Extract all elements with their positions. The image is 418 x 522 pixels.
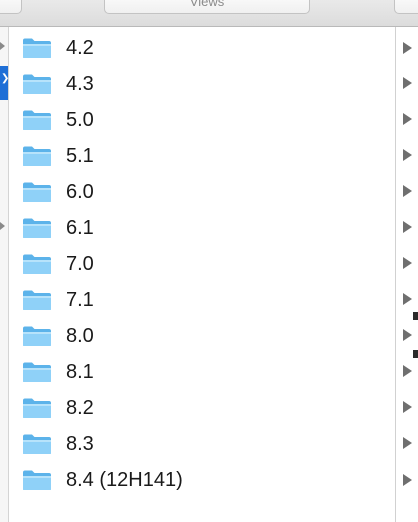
folder-name: 8.0 xyxy=(66,325,94,347)
folder-icon xyxy=(23,74,51,94)
folder-name: 6.1 xyxy=(66,217,94,239)
folder-row[interactable]: 7.0 xyxy=(9,245,395,281)
disclosure-arrow-icon xyxy=(403,401,412,413)
folder-row[interactable]: 6.0 xyxy=(9,173,395,209)
folder-row[interactable]: 5.1 xyxy=(9,137,395,173)
folder-name: 5.1 xyxy=(66,145,94,167)
folder-row[interactable]: 8.4 (12H141) xyxy=(9,461,395,497)
folder-name: 8.1 xyxy=(66,361,94,383)
folder-row[interactable]: 8.0 xyxy=(9,317,395,353)
folder-column: 4.2 4.3 5.0 5.1 6.0 6.1 7.0 7.1 8.0 8.1 … xyxy=(9,27,395,522)
folder-icon xyxy=(23,362,51,382)
next-column-fragment xyxy=(413,312,418,320)
folder-row[interactable]: 7.1 xyxy=(9,281,395,317)
folder-name: 8.2 xyxy=(66,397,94,419)
folder-icon xyxy=(23,182,51,202)
disclosure-arrow-icon xyxy=(403,113,412,125)
toolbar-button-left[interactable] xyxy=(0,0,22,14)
disclosure-arrow-icon xyxy=(403,437,412,449)
folder-icon xyxy=(23,146,51,166)
folder-name: 8.3 xyxy=(66,433,94,455)
folder-icon xyxy=(23,38,51,58)
view-mode-label: Views xyxy=(189,0,225,9)
folder-icon xyxy=(23,110,51,130)
disclosure-arrow-icon xyxy=(403,365,412,377)
disclosure-arrow-icon xyxy=(403,257,412,269)
folder-icon xyxy=(23,218,51,238)
folder-row[interactable]: 8.3 xyxy=(9,425,395,461)
previous-column-arrow-icon xyxy=(0,42,5,50)
folder-name: 4.3 xyxy=(66,73,94,95)
disclosure-arrow-icon xyxy=(403,77,412,89)
view-mode-button[interactable]: Views xyxy=(104,0,310,14)
folder-row[interactable]: 6.1 xyxy=(9,209,395,245)
toolbar-button-right[interactable] xyxy=(394,0,418,14)
disclosure-arrow-icon xyxy=(403,474,412,486)
folder-name: 7.0 xyxy=(66,253,94,275)
folder-row[interactable]: 8.2 xyxy=(9,389,395,425)
folder-icon xyxy=(23,470,51,490)
folder-icon xyxy=(23,434,51,454)
folder-row[interactable]: 4.2 xyxy=(9,29,395,65)
disclosure-arrow-icon xyxy=(403,149,412,161)
disclosure-arrow-icon xyxy=(403,185,412,197)
disclosure-arrow-icon xyxy=(403,293,412,305)
folder-name: 6.0 xyxy=(66,181,94,203)
disclosure-arrow-icon xyxy=(403,42,412,54)
previous-column-arrow-icon xyxy=(0,222,5,230)
folder-icon xyxy=(23,290,51,310)
previous-column-edge xyxy=(0,27,8,522)
folder-icon xyxy=(23,326,51,346)
folder-row[interactable]: 5.0 xyxy=(9,101,395,137)
next-column-fragment xyxy=(413,350,418,358)
disclosure-arrow-icon xyxy=(403,329,412,341)
folder-row[interactable]: 8.1 xyxy=(9,353,395,389)
folder-name: 7.1 xyxy=(66,289,94,311)
disclosure-arrow-icon xyxy=(403,221,412,233)
folder-icon xyxy=(23,254,51,274)
folder-row[interactable]: 4.3 xyxy=(9,65,395,101)
finder-toolbar: Views xyxy=(0,0,418,27)
folder-icon xyxy=(23,398,51,418)
folder-name: 4.2 xyxy=(66,37,94,59)
folder-name: 8.4 (12H141) xyxy=(66,469,183,491)
folder-name: 5.0 xyxy=(66,109,94,131)
